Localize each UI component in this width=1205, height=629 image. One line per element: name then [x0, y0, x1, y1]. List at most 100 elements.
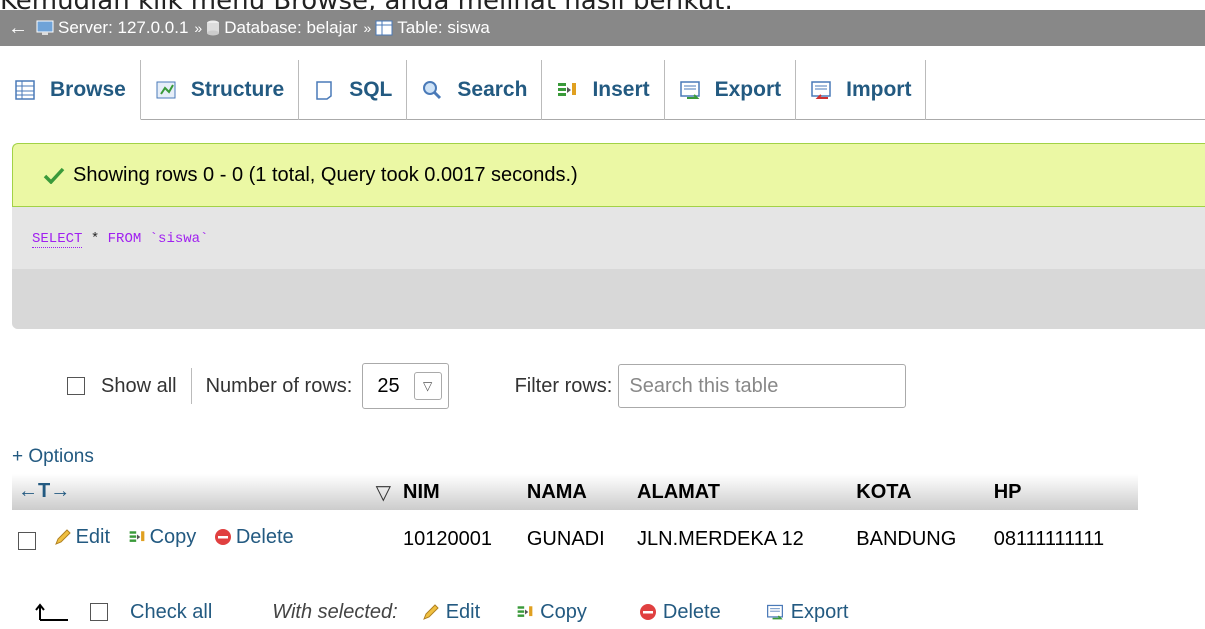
delete-icon: [214, 529, 231, 546]
rows-select-value: 25: [377, 374, 400, 397]
column-controls-header: ←T→ ▽: [12, 474, 397, 510]
breadcrumb: ← Server: 127.0.0.1 » Database: belajar …: [0, 10, 1205, 46]
insert-icon: [558, 83, 577, 96]
table-header-row: ←T→ ▽ NIM NAMA ALAMAT KOTA HP: [12, 474, 1138, 510]
cell-hp: 08111111111: [993, 527, 1105, 550]
tab-browse-label: Browse: [50, 77, 126, 101]
sql-star: *: [82, 231, 108, 247]
row-delete-link[interactable]: Delete: [214, 526, 294, 549]
cell-kota: BANDUNG: [856, 527, 957, 550]
column-resize-icon[interactable]: ←T→: [18, 480, 70, 502]
back-arrow-icon[interactable]: ←: [0, 17, 36, 40]
success-notice: Showing rows 0 - 0 (1 total, Query took …: [12, 143, 1205, 207]
bulk-copy-label: Copy: [540, 600, 587, 623]
show-all-label: Show all: [101, 374, 177, 397]
breadcrumb-server[interactable]: Server: 127.0.0.1: [36, 18, 188, 38]
checkmark-icon: [43, 167, 65, 184]
sort-marker-icon[interactable]: ▽: [376, 480, 391, 505]
column-header-hp[interactable]: HP: [987, 474, 1138, 510]
divider: [190, 368, 192, 404]
tab-import[interactable]: Import: [796, 60, 927, 120]
sql-keyword-select[interactable]: SELECT: [32, 231, 83, 248]
pencil-icon: [422, 604, 439, 620]
tab-structure-label: Structure: [190, 78, 285, 101]
breadcrumb-database-label: Database: belajar: [224, 18, 358, 37]
sql-table-name: `siswa`: [141, 231, 209, 247]
pencil-icon: [54, 529, 71, 546]
tab-search[interactable]: Search: [407, 60, 543, 120]
import-icon: [811, 81, 831, 99]
row-checkbox[interactable]: [18, 531, 36, 550]
row-edit-label: Edit: [75, 525, 111, 548]
copy-insert-icon: [129, 531, 144, 543]
bulk-export-label: Export: [790, 600, 849, 623]
results-table: ←T→ ▽ NIM NAMA ALAMAT KOTA HP Edit Copy: [12, 474, 1138, 568]
column-header-nim[interactable]: NIM: [397, 474, 521, 510]
sql-toolbar: [12, 269, 1205, 329]
column-header-nama[interactable]: NAMA: [520, 474, 632, 510]
tab-sql-label: SQL: [349, 78, 393, 101]
breadcrumb-separator: »: [363, 20, 372, 36]
tab-export-label: Export: [714, 78, 782, 101]
browse-icon: [15, 79, 35, 100]
bulk-actions-bar: Check all With selected: Edit Copy Delet…: [0, 592, 1205, 629]
bulk-export-button[interactable]: Export: [765, 601, 849, 624]
sql-query: SELECT * FROM `siswa`: [32, 231, 209, 248]
sql-query-box: SELECT * FROM `siswa`: [12, 207, 1205, 329]
table-icon: [375, 20, 393, 36]
column-header-alamat[interactable]: ALAMAT: [631, 474, 851, 510]
bulk-delete-label: Delete: [662, 600, 721, 623]
number-of-rows-select[interactable]: 25 ▽: [362, 363, 449, 409]
bulk-copy-button[interactable]: Copy: [516, 601, 587, 624]
caption-text: Kemudian klik menu Browse, anda melihat …: [0, 0, 1205, 10]
breadcrumb-server-label: Server: 127.0.0.1: [58, 18, 189, 37]
show-all-checkbox[interactable]: [67, 377, 85, 395]
row-copy-link[interactable]: Copy: [128, 525, 197, 549]
navigation-bar: Show all Number of rows: 25 ▽ Filter row…: [0, 358, 1205, 414]
tab-search-label: Search: [457, 78, 528, 101]
filter-rows-input[interactable]: [618, 364, 907, 408]
arrow-up-corner-icon: [35, 603, 68, 621]
chevron-down-icon[interactable]: ▽: [413, 372, 442, 400]
row-delete-label: Delete: [235, 525, 294, 548]
database-icon: [207, 20, 220, 36]
breadcrumb-separator: »: [194, 20, 203, 36]
cell-nim: 10120001: [403, 527, 492, 550]
check-all-label[interactable]: Check all: [130, 601, 212, 624]
tab-import-label: Import: [846, 78, 912, 101]
row-actions: Edit Copy Delete: [12, 510, 397, 568]
copy-insert-icon: [517, 606, 533, 617]
cell-nama: GUNADI: [526, 527, 605, 550]
tab-export[interactable]: Export: [665, 60, 797, 120]
tab-insert-label: Insert: [592, 78, 650, 101]
sql-keyword-from: FROM: [107, 231, 142, 247]
options-toggle[interactable]: + Options: [12, 446, 94, 468]
structure-icon: [156, 81, 176, 99]
row-copy-label: Copy: [149, 525, 197, 548]
delete-icon: [639, 604, 656, 620]
breadcrumb-database[interactable]: Database: belajar: [206, 18, 357, 38]
sql-icon: [316, 81, 332, 100]
tab-insert[interactable]: Insert: [542, 60, 665, 120]
breadcrumb-table-label: Table: siswa: [397, 18, 490, 37]
cell-alamat: JLN.MERDEKA 12: [637, 527, 804, 550]
filter-rows-label: Filter rows:: [514, 374, 613, 397]
bulk-delete-button[interactable]: Delete: [639, 601, 721, 624]
bulk-edit-button[interactable]: Edit: [422, 601, 480, 624]
export-icon: [766, 604, 783, 620]
row-edit-link[interactable]: Edit: [54, 526, 110, 549]
tab-bar: Browse Structure SQL Search Insert Expor…: [0, 60, 1205, 120]
number-of-rows-label: Number of rows:: [205, 374, 353, 397]
check-all-checkbox[interactable]: [90, 603, 108, 621]
column-header-kota[interactable]: KOTA: [850, 474, 988, 510]
server-icon: [36, 20, 54, 35]
export-icon: [679, 81, 700, 99]
search-icon: [423, 81, 442, 100]
table-row: Edit Copy Delete 10120001 GUNADI JLN.MER…: [12, 510, 1138, 568]
tab-structure[interactable]: Structure: [141, 60, 300, 120]
breadcrumb-table[interactable]: Table: siswa: [375, 18, 490, 38]
tab-browse[interactable]: Browse: [0, 60, 141, 120]
bulk-edit-label: Edit: [445, 600, 481, 623]
tab-sql[interactable]: SQL: [299, 60, 408, 120]
notice-text: Showing rows 0 - 0 (1 total, Query took …: [73, 163, 578, 186]
